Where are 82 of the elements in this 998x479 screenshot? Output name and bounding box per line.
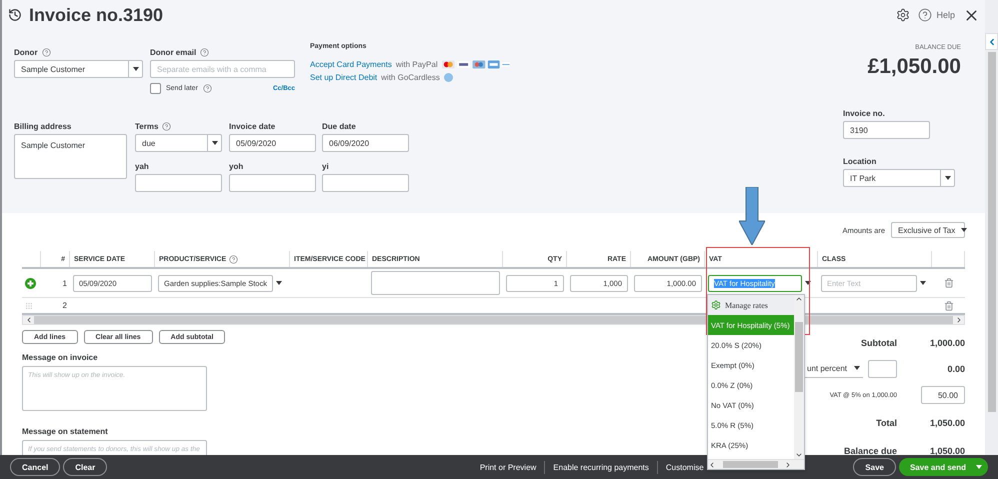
email-field[interactable]: Separate emails with a comma — [150, 60, 295, 78]
scrollbar-thumb[interactable] — [795, 322, 803, 392]
settings-icon[interactable] — [896, 8, 910, 22]
total-label: Total — [875, 417, 897, 430]
invoice-number-field[interactable]: 3190 — [843, 121, 930, 139]
help-icon[interactable] — [229, 254, 238, 264]
collapse-tab[interactable] — [985, 33, 998, 50]
field-label: Message on invoice — [22, 353, 98, 362]
field-label: Invoice no. — [843, 109, 885, 118]
cancel-button[interactable]: Cancel — [10, 458, 60, 476]
scroll-up-icon[interactable] — [795, 295, 803, 303]
field-label: Donor — [14, 48, 38, 57]
scroll-right-icon[interactable] — [784, 460, 792, 468]
clear-button[interactable]: Clear — [63, 458, 108, 476]
footer-link[interactable]: Enable recurring payments — [544, 460, 657, 474]
link-suffix: with GoCardless — [381, 73, 440, 82]
history-icon[interactable] — [8, 8, 22, 22]
total-value: 0.00 — [946, 362, 965, 376]
total-label: Subtotal — [860, 336, 897, 350]
invoice-date-field[interactable]: 05/09/2020 — [229, 134, 316, 152]
link-suffix: with PayPal — [396, 60, 438, 69]
vat-amount-field[interactable]: 50.00 — [921, 386, 965, 404]
field-label: Message on statement — [22, 427, 108, 436]
total-label: Balance due — [842, 445, 897, 455]
field-label: yoh — [229, 162, 244, 171]
add-line-icon[interactable] — [25, 278, 36, 288]
field-label: yi — [322, 162, 329, 171]
field-label: Due date — [322, 122, 356, 131]
caret-icon — [276, 281, 282, 285]
arrow-icon — [739, 187, 765, 245]
manage-rates-item[interactable]: Manage rates — [708, 295, 794, 315]
discount-field[interactable] — [868, 360, 897, 378]
billing-address-field[interactable]: Sample Customer — [14, 134, 127, 179]
custom-field[interactable] — [135, 174, 222, 192]
total-value: 1,050.00 — [928, 417, 965, 430]
help-icon[interactable] — [162, 122, 172, 131]
help-icon[interactable] — [42, 48, 51, 57]
gocardless-icon — [444, 73, 453, 82]
caret-icon — [920, 281, 926, 285]
gear-icon — [711, 300, 721, 310]
card-payments-link[interactable]: Accept Card Payments — [310, 60, 392, 69]
caret-icon — [854, 366, 860, 370]
scrollbar-thumb[interactable] — [722, 461, 778, 468]
field-label: Donor email — [150, 48, 196, 57]
help-button[interactable]: Help — [918, 8, 955, 22]
balance-due-amount: £1,050.00 — [868, 55, 962, 79]
amounts-select[interactable]: Exclusive of Tax — [891, 222, 965, 238]
help-icon[interactable] — [200, 48, 210, 57]
scroll-down-icon[interactable] — [795, 451, 803, 459]
help-icon[interactable] — [918, 8, 932, 22]
field-label: yah — [135, 162, 149, 171]
total-value: 1,000.00 — [928, 336, 965, 350]
send-later-checkbox[interactable] — [150, 83, 161, 94]
caret-icon — [132, 67, 138, 71]
delete-icon[interactable] — [944, 278, 954, 288]
caret-icon — [961, 228, 968, 232]
drag-handle-icon[interactable] — [25, 302, 33, 310]
field-label: Billing address — [14, 122, 72, 131]
save-button[interactable]: Save — [853, 458, 896, 476]
footer-link[interactable]: Print or Preview — [472, 460, 544, 474]
donor-select[interactable]: Sample Customer — [14, 60, 143, 78]
terms-select[interactable]: due — [135, 134, 222, 152]
line-number: 2 — [62, 301, 67, 310]
direct-debit-link[interactable]: Set up Direct Debit — [310, 73, 378, 82]
scrollbar-thumb[interactable] — [988, 52, 996, 412]
caret-icon — [212, 141, 218, 145]
scroll-left-icon[interactable] — [708, 460, 716, 468]
location-select[interactable]: IT Park — [843, 169, 955, 187]
field-label: Invoice date — [229, 122, 276, 131]
custom-field[interactable] — [229, 174, 316, 192]
field-label: Location — [843, 157, 876, 166]
caret-icon — [944, 176, 950, 180]
card-logos-icon — [442, 60, 510, 69]
window-title: Invoice no.3190 — [29, 4, 164, 26]
caret-icon — [805, 281, 811, 285]
line-number: 1 — [62, 278, 67, 288]
due-date-field[interactable]: 06/09/2020 — [322, 134, 409, 152]
field-label: Terms — [135, 122, 158, 131]
delete-icon[interactable] — [944, 300, 954, 310]
caret-icon — [976, 465, 982, 469]
custom-field[interactable] — [322, 174, 409, 192]
help-icon[interactable] — [202, 84, 212, 93]
